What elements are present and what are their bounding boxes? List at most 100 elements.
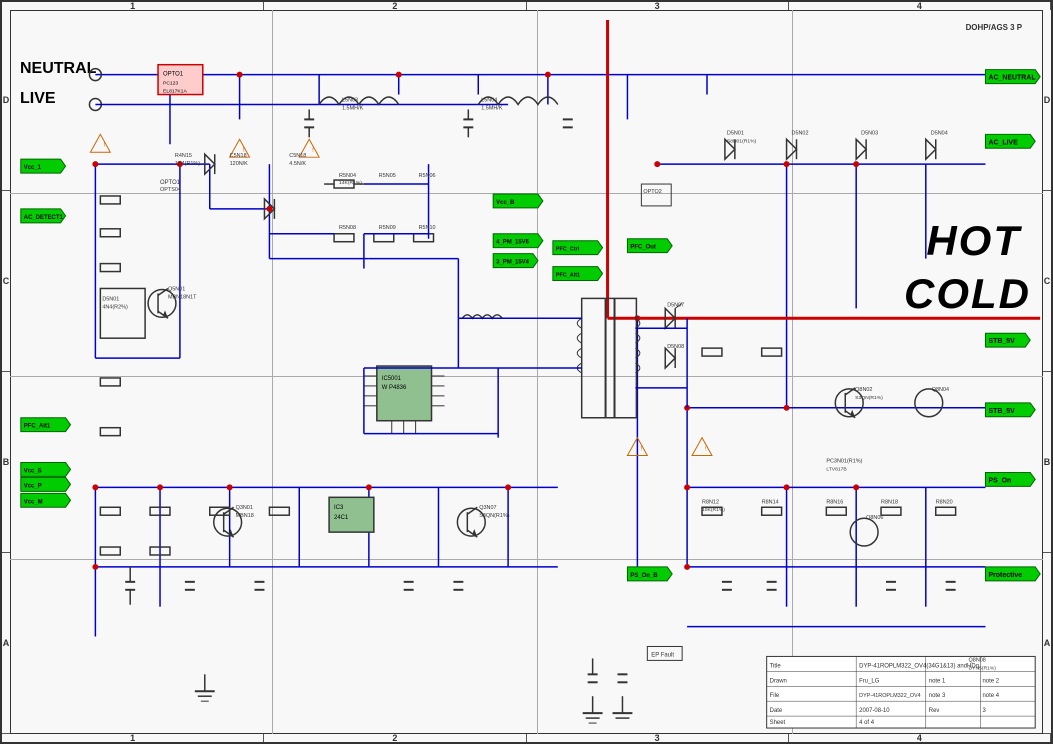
svg-text:PFC_Ctrl: PFC_Ctrl [556, 247, 580, 253]
svg-text:1.5MH/K: 1.5MH/K [481, 105, 503, 111]
col-marker-3: 3 [527, 2, 789, 10]
svg-text:1E4(R1%): 1E4(R1%) [175, 161, 200, 167]
svg-text:4_PM_15V6: 4_PM_15V6 [496, 240, 529, 246]
col-marker-b4: 4 [789, 734, 1051, 742]
svg-text:R8N18: R8N18 [881, 499, 898, 505]
svg-text:Q8N04: Q8N04 [932, 387, 949, 393]
svg-text:Drawn: Drawn [770, 678, 787, 684]
svg-text:PS_On_B: PS_On_B [630, 573, 658, 579]
svg-text:Q8N08: Q8N08 [969, 657, 986, 663]
svg-text:DYP-41ROPLM322_OV4(34G1&13) an: DYP-41ROPLM322_OV4(34G1&13) andHDq [859, 663, 979, 669]
row-marker-B: B [2, 372, 10, 553]
svg-text:R5N06: R5N06 [419, 173, 436, 179]
svg-text:R8N16: R8N16 [826, 499, 843, 505]
svg-text:note 4: note 4 [982, 693, 999, 699]
svg-text:Q8N06: Q8N06 [866, 515, 883, 521]
svg-text:S3QN(R1%): S3QN(R1%) [479, 513, 509, 519]
svg-text:PFC_Alt1: PFC_Alt1 [556, 273, 580, 279]
svg-text:D5N04: D5N04 [931, 130, 948, 136]
svg-text:PS_On: PS_On [988, 477, 1011, 484]
svg-text:OPTO1: OPTO1 [163, 72, 184, 78]
svg-text:OPTO1: OPTO1 [160, 180, 181, 186]
svg-text:Vcc_S: Vcc_S [24, 468, 42, 474]
svg-text:Sheet: Sheet [770, 720, 786, 726]
svg-text:Q3N01: Q3N01 [236, 505, 253, 511]
svg-text:R5N09: R5N09 [379, 225, 396, 231]
svg-text:Date: Date [770, 708, 783, 714]
svg-text:PFC_Alt1: PFC_Alt1 [24, 424, 51, 430]
svg-text:Vcc_1: Vcc_1 [24, 165, 42, 171]
col-markers-top: 1 2 3 4 [2, 2, 1051, 10]
svg-text:!: ! [103, 143, 105, 149]
row-marker-rA: A [1043, 553, 1051, 734]
svg-text:D5N07: D5N07 [667, 302, 684, 308]
row-marker-rD: D [1043, 10, 1051, 191]
svg-text:4 of 4: 4 of 4 [859, 720, 875, 726]
svg-text:STB_5V: STB_5V [988, 408, 1015, 415]
svg-text:STB_5V: STB_5V [988, 338, 1015, 345]
svg-text:D5N01: D5N01 [727, 130, 744, 136]
row-marker-D: D [2, 10, 10, 191]
col-marker-b1: 1 [2, 734, 264, 742]
svg-text:MBN18: MBN18 [236, 513, 254, 519]
svg-text:D5N08: D5N08 [667, 344, 684, 350]
row-markers-right: D C B A [1043, 10, 1051, 734]
svg-text:DOHP/AGS 3 P: DOHP/AGS 3 P [966, 23, 1023, 32]
label-hot: HOT [926, 217, 1021, 265]
svg-text:AC_NEUTRAL: AC_NEUTRAL [988, 75, 1036, 82]
row-marker-rB: B [1043, 372, 1051, 553]
svg-text:OPTO2: OPTO2 [643, 189, 661, 195]
svg-text:note 2: note 2 [982, 678, 999, 684]
label-live: LIVE [20, 90, 56, 108]
schematic-svg: OPTO1 PC123 EL817K1A IC5001 W P4836 [10, 10, 1043, 734]
svg-text:10K(R1%): 10K(R1%) [702, 507, 725, 513]
svg-text:Vcc_P: Vcc_P [24, 483, 42, 489]
svg-text:PFC_Out: PFC_Out [630, 245, 655, 251]
col-marker-b3: 3 [527, 734, 789, 742]
svg-text:3: 3 [982, 708, 986, 714]
svg-text:!: ! [705, 447, 707, 453]
svg-text:D5N03: D5N03 [861, 130, 878, 136]
svg-text:W P4836: W P4836 [382, 385, 407, 391]
schematic-container: 1 2 3 4 1 2 3 4 D C B A D C B A NEUTRAL … [0, 0, 1053, 744]
svg-text:4.5N/K: 4.5N/K [289, 161, 306, 167]
row-markers-left: D C B A [2, 10, 10, 734]
svg-text:AC_DETECT1: AC_DETECT1 [24, 215, 64, 221]
grid-line-v3 [792, 10, 793, 734]
svg-text:PC3N01(R1%): PC3N01(R1%) [826, 459, 862, 465]
svg-text:Vcc_M: Vcc_M [24, 499, 43, 505]
svg-text:4N4(R2%): 4N4(R2%) [102, 304, 128, 310]
svg-text:LTV817B: LTV817B [826, 466, 847, 472]
svg-text:Q3N07: Q3N07 [479, 505, 496, 511]
grid-line-h2 [10, 376, 1043, 377]
svg-text:Q8N02: Q8N02 [855, 387, 872, 393]
grid-line-v1 [272, 10, 273, 734]
col-markers-bottom: 1 2 3 4 [2, 734, 1051, 742]
svg-text:Q5N01: Q5N01 [168, 286, 185, 292]
grid-line-v2 [537, 10, 538, 734]
svg-text:C5N18: C5N18 [230, 153, 247, 159]
svg-text:!: ! [640, 447, 642, 453]
col-marker-1: 1 [2, 2, 264, 10]
svg-text:DYP-41ROPLM322_OV4: DYP-41ROPLM322_OV4 [859, 693, 921, 699]
svg-text:R8N20: R8N20 [936, 499, 953, 505]
svg-text:Protective: Protective [988, 572, 1022, 579]
frame-border [10, 10, 1043, 734]
label-neutral: NEUTRAL [20, 60, 96, 78]
svg-text:Title: Title [770, 663, 782, 669]
svg-text:1.5MH/K: 1.5MH/K [342, 105, 364, 111]
svg-text:Rev: Rev [929, 708, 940, 714]
svg-text:L5N03: L5N03 [342, 97, 358, 103]
svg-text:R8N14: R8N14 [762, 499, 779, 505]
svg-text:!: ! [243, 148, 245, 154]
label-cold: COLD [904, 270, 1031, 318]
grid-line-h3 [10, 559, 1043, 560]
svg-text:14K(R1%): 14K(R1%) [339, 180, 362, 186]
svg-text:D5N02: D5N02 [792, 130, 809, 136]
svg-text:S3QN(R1%): S3QN(R1%) [855, 395, 883, 401]
svg-text:File: File [770, 693, 780, 699]
svg-text:Vcc_B: Vcc_B [496, 200, 515, 206]
svg-text:3_PM_15V4: 3_PM_15V4 [496, 260, 529, 266]
svg-text:note 3: note 3 [929, 693, 946, 699]
svg-text:EP Fault: EP Fault [651, 652, 674, 658]
